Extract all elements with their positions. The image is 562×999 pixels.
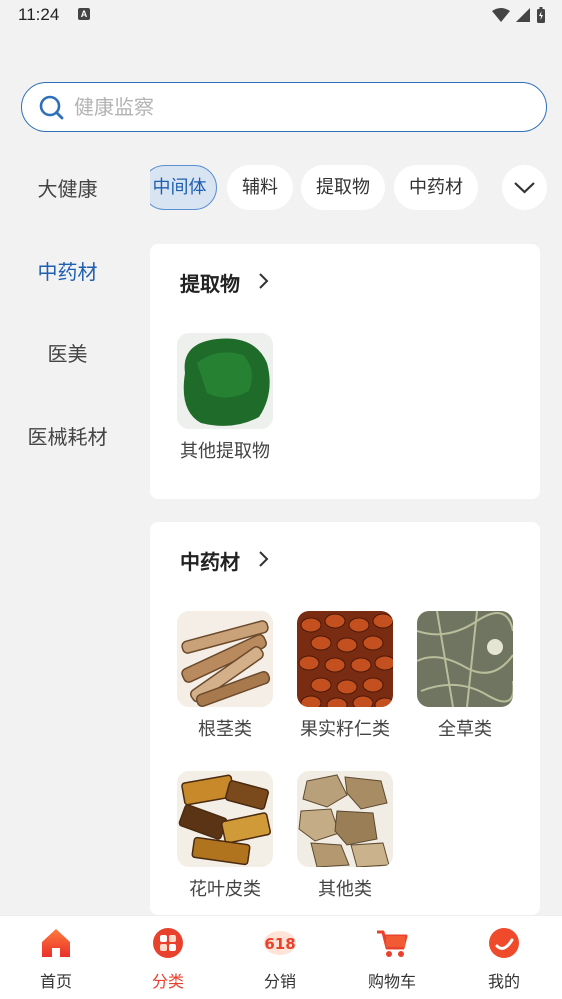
- chevron-down-icon: [514, 182, 535, 194]
- category-item[interactable]: 根茎类: [175, 611, 275, 741]
- nav-home-label: 首页: [39, 972, 72, 991]
- category-item[interactable]: 花叶皮类: [175, 771, 275, 901]
- nav-cart-label: 购物车: [367, 972, 416, 991]
- sidebar-item-health[interactable]: 大健康: [0, 173, 135, 202]
- section-card-extract: 提取物 其他提取物: [150, 244, 540, 499]
- seeds-image: [297, 611, 393, 707]
- nav-home[interactable]: 首页: [0, 926, 112, 992]
- category-item-label: 全草类: [438, 719, 492, 740]
- profile-icon: [489, 928, 519, 958]
- section-card-herbal: 中药材 根茎类 果实籽仁类 全草类 花叶皮类 其他类: [150, 522, 540, 915]
- wifi-icon: [492, 8, 510, 22]
- category-item[interactable]: 果实籽仁类: [295, 611, 395, 741]
- battery-icon: [537, 7, 545, 23]
- chevron-right-icon[interactable]: [256, 272, 270, 290]
- category-item-label: 其他类: [318, 879, 372, 900]
- svg-text:618: 618: [264, 935, 295, 953]
- 618-icon: 618: [264, 931, 296, 955]
- category-icon: [153, 928, 183, 958]
- category-item[interactable]: 全草类: [415, 611, 515, 741]
- category-item[interactable]: 其他提取物: [175, 333, 275, 463]
- nav-category-label: 分类: [151, 972, 184, 991]
- chevron-right-icon[interactable]: [256, 550, 270, 568]
- dried-herb-image: [417, 611, 513, 707]
- search-input[interactable]: [74, 91, 514, 123]
- section-title-herbal[interactable]: 中药材: [180, 546, 240, 575]
- chip-extract[interactable]: 提取物: [301, 165, 385, 210]
- signal-icon: [516, 8, 530, 22]
- bottom-navigation: 首页 分类 618 分销 购物车 我的: [0, 915, 562, 999]
- green-powder-image: [177, 333, 273, 429]
- search-bar[interactable]: [21, 82, 547, 132]
- chip-herbal[interactable]: 中药材: [394, 165, 478, 210]
- status-icons: [492, 6, 546, 24]
- category-item-label: 果实籽仁类: [300, 719, 390, 740]
- category-item-label: 花叶皮类: [189, 879, 261, 900]
- home-icon: [42, 929, 70, 957]
- dried-slices-image: [297, 771, 393, 867]
- sidebar-item-medical-beauty[interactable]: 医美: [0, 338, 135, 367]
- nav-category[interactable]: 分类: [112, 926, 224, 992]
- chip-excipient[interactable]: 辅料: [227, 165, 293, 210]
- root-slices-image: [177, 611, 273, 707]
- expand-chips-button[interactable]: [502, 165, 547, 210]
- nav-profile[interactable]: 我的: [448, 926, 560, 992]
- cart-icon: [377, 930, 408, 957]
- nav-distribution-label: 分销: [263, 972, 296, 991]
- nav-distribution[interactable]: 618 分销: [224, 926, 336, 992]
- chip-intermediate[interactable]: 中间体: [150, 165, 217, 210]
- sidebar-item-devices[interactable]: 医械耗材: [0, 421, 135, 450]
- nav-cart[interactable]: 购物车: [336, 926, 448, 992]
- nav-profile-label: 我的: [487, 972, 520, 991]
- category-item-label: 根茎类: [198, 719, 252, 740]
- sidebar-item-herbal[interactable]: 中药材: [0, 256, 135, 285]
- notification-a-icon: A: [78, 8, 90, 20]
- status-bar: 11:24 A: [0, 0, 562, 32]
- subcategory-chips: 中间体 辅料 提取物 中药材: [150, 165, 562, 211]
- category-item[interactable]: 其他类: [295, 771, 395, 901]
- bark-image: [177, 771, 273, 867]
- search-icon: [39, 95, 64, 120]
- status-time: 11:24: [18, 5, 60, 24]
- section-title-extract[interactable]: 提取物: [180, 268, 240, 297]
- category-item-label: 其他提取物: [180, 441, 270, 462]
